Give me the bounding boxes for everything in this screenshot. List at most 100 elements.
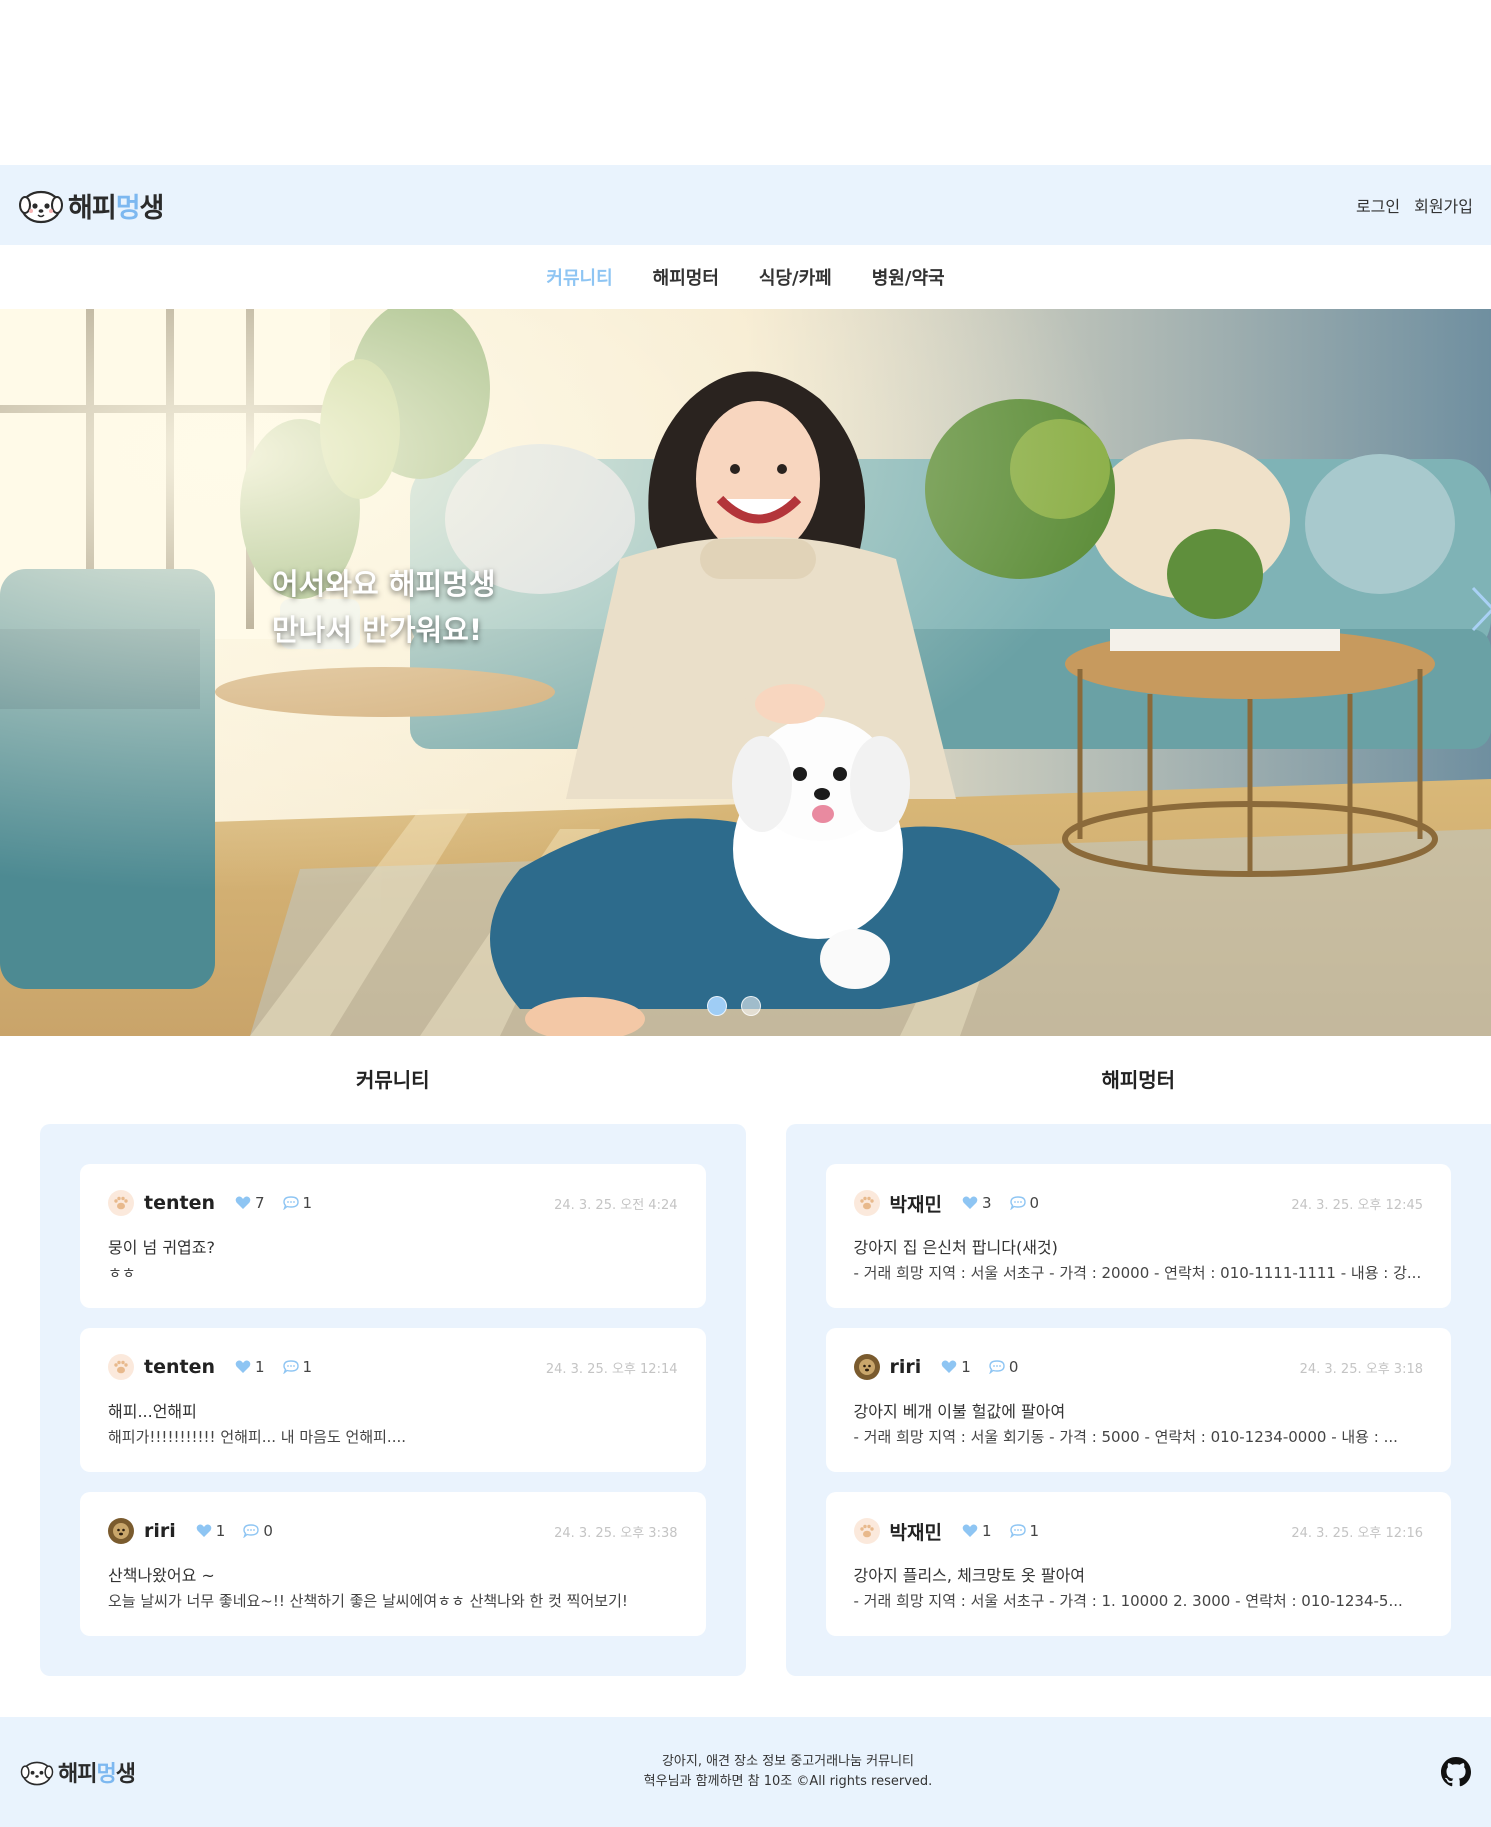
community-panel: tenten 7 1 24. 3. 25. 오전 4:24 뭉이 넘 귀엽죠? ㅎㅎ ten… [40, 1124, 746, 1676]
comment-count: 1 [282, 1358, 313, 1376]
site-header: 해피멍생 로그인 회원가입 [0, 165, 1491, 245]
post-title: 강아지 플리스, 체크망토 옷 팔아여 [853, 1566, 1086, 1585]
like-count-value: 1 [981, 1522, 992, 1540]
hero-carousel[interactable]: 어서와요 해피멍생 만나서 반가워요! [0, 309, 1491, 1036]
post-title: 해피...언해피 [108, 1402, 197, 1421]
hero-line-2: 만나서 반가워요! [272, 613, 483, 647]
site-footer: 해피멍생 강아지, 애견 장소 정보 중고거래나눔 커뮤니티 혁우님과 함께하면… [0, 1717, 1491, 1827]
post-card[interactable]: riri 1 0 24. 3. 25. 오후 3:38 산책나왔어요 ~ 오늘 날씨가 너… [80, 1492, 706, 1636]
post-author: tenten [144, 1192, 215, 1214]
heart-icon [941, 1360, 957, 1373]
post-card[interactable]: 박재민 3 0 24. 3. 25. 오후 12:45 강아지 집 은신처 팝니다(새것… [825, 1164, 1451, 1308]
nav-mentor[interactable]: 해피멍터 [653, 264, 719, 290]
comment-icon [1009, 1524, 1026, 1538]
community-section: 커뮤니티 tenten 7 1 24. 3. 25. 오전 4:24 뭉이 넘 귀엽죠?… [40, 1036, 746, 1696]
comment-count-value: 0 [1029, 1194, 1040, 1212]
nav-community[interactable]: 커뮤니티 [546, 264, 612, 290]
post-author: 박재민 [889, 1193, 942, 1216]
post-author: riri [889, 1356, 922, 1378]
post-author: riri [144, 1520, 176, 1542]
paw-icon [853, 1190, 880, 1216]
like-count-value: 1 [961, 1358, 971, 1376]
post-card[interactable]: tenten 7 1 24. 3. 25. 오전 4:24 뭉이 넘 귀엽죠? ㅎㅎ [80, 1164, 706, 1308]
post-card[interactable]: 박재민 1 1 24. 3. 25. 오후 12:16 강아지 플리스, 체크망토 옷 … [825, 1492, 1451, 1636]
post-title: 산책나왔어요 ~ [108, 1566, 215, 1585]
comment-icon [1009, 1196, 1026, 1210]
post-card-header: 박재민 3 0 24. 3. 25. 오후 12:45 [853, 1190, 1423, 1216]
avatar [853, 1354, 880, 1380]
comment-count-value: 0 [263, 1522, 273, 1540]
logo-text: 해피멍생 [68, 192, 164, 224]
post-card[interactable]: riri 1 0 24. 3. 25. 오후 3:18 강아지 베개 이불 헐값에 팔아… [825, 1328, 1451, 1472]
comment-count-value: 0 [1008, 1358, 1019, 1376]
paw-icon [853, 1518, 880, 1544]
avatar [108, 1518, 134, 1544]
comment-icon [282, 1360, 299, 1374]
main-nav: 커뮤니티 해피멍터 식당/카페 병원/약국 [0, 245, 1491, 309]
comment-count-value: 1 [302, 1358, 313, 1376]
post-date: 24. 3. 25. 오후 3:38 [554, 1525, 678, 1541]
heart-icon [962, 1196, 978, 1209]
dog-logo-icon [19, 190, 63, 224]
carousel-dot-1[interactable] [707, 996, 727, 1016]
post-card-header: tenten 7 1 24. 3. 25. 오전 4:24 [108, 1190, 678, 1216]
main-sections: 커뮤니티 tenten 7 1 24. 3. 25. 오전 4:24 뭉이 넘 귀엽죠?… [0, 1036, 1491, 1696]
post-excerpt: 해피가!!!!!!!!!!! 언해피... 내 마음도 언해피.... [108, 1428, 406, 1446]
footer-line-1: 강아지, 애견 장소 정보 중고거래나눔 커뮤니티 [661, 1754, 914, 1769]
heart-icon [962, 1524, 978, 1537]
post-card[interactable]: tenten 1 1 24. 3. 25. 오후 12:14 해피...언해피 해피가!!… [80, 1328, 706, 1472]
heart-icon [235, 1196, 251, 1209]
post-title: 뭉이 넘 귀엽죠? [108, 1238, 215, 1257]
footer-logo-text: 해피멍생 [58, 1762, 136, 1787]
post-date: 24. 3. 25. 오후 3:18 [1299, 1361, 1423, 1377]
post-card-header: riri 1 0 24. 3. 25. 오후 3:38 [108, 1518, 678, 1544]
heart-icon [196, 1524, 212, 1537]
post-card-header: tenten 1 1 24. 3. 25. 오후 12:14 [108, 1354, 678, 1380]
post-excerpt: 오늘 날씨가 너무 좋네요~!! 산책하기 좋은 날씨에여ㅎㅎ 산책나와 한 컷… [108, 1592, 628, 1610]
comment-count: 1 [282, 1194, 313, 1212]
carousel-dots [707, 996, 761, 1016]
mentor-section: 해피멍터 박재민 3 0 24. 3. 25. 오후 12:45 강아지 집 은신처 팝… [785, 1036, 1491, 1696]
like-count-value: 3 [981, 1194, 992, 1212]
comment-icon [989, 1360, 1005, 1374]
like-count-value: 1 [255, 1358, 265, 1376]
comment-count: 0 [243, 1522, 273, 1540]
like-count: 1 [941, 1358, 971, 1376]
auth-links: 로그인 회원가입 [1356, 193, 1473, 217]
post-title: 강아지 집 은신처 팝니다(새것) [853, 1238, 1058, 1257]
chevron-right-icon[interactable] [1469, 584, 1491, 634]
like-count: 1 [196, 1522, 226, 1540]
comment-icon [282, 1196, 299, 1210]
post-excerpt: - 거래 희망 지역 : 서울 회기동 - 가격 : 5000 - 연락처 : … [853, 1428, 1398, 1446]
nav-restaurant-cafe[interactable]: 식당/카페 [759, 264, 832, 290]
post-date: 24. 3. 25. 오후 12:16 [1291, 1525, 1423, 1541]
mentor-panel: 박재민 3 0 24. 3. 25. 오후 12:45 강아지 집 은신처 팝니다(새것… [785, 1124, 1491, 1676]
dog-logo-icon [20, 1761, 54, 1786]
like-count: 3 [962, 1194, 992, 1212]
hero-line-1: 어서와요 해피멍생 [272, 567, 496, 601]
footer-line-2: 혁우님과 함께하면 참 10조 ©All rights reserved. [643, 1774, 933, 1789]
footer-info: 강아지, 애견 장소 정보 중고거래나눔 커뮤니티 혁우님과 함께하면 참 10… [644, 1752, 933, 1792]
login-link[interactable]: 로그인 [1356, 193, 1400, 217]
like-count-value: 1 [215, 1522, 226, 1540]
like-count: 1 [962, 1522, 992, 1540]
comment-count-value: 1 [1029, 1522, 1040, 1540]
post-excerpt: - 거래 희망 지역 : 서울 서초구 - 가격 : 20000 - 연락처 :… [853, 1264, 1422, 1282]
post-excerpt: ㅎㅎ [108, 1264, 136, 1282]
post-date: 24. 3. 25. 오전 4:24 [554, 1197, 678, 1213]
post-card-header: riri 1 0 24. 3. 25. 오후 3:18 [853, 1354, 1423, 1380]
github-icon[interactable] [1440, 1757, 1471, 1787]
section-title-community: 커뮤니티 [355, 1068, 430, 1092]
comment-count: 1 [1009, 1522, 1040, 1540]
comment-count: 0 [1009, 1194, 1040, 1212]
paw-icon [108, 1190, 134, 1216]
post-date: 24. 3. 25. 오후 12:14 [545, 1361, 678, 1377]
nav-hospital-pharmacy[interactable]: 병원/약국 [872, 264, 945, 290]
site-logo[interactable]: 해피멍생 [18, 185, 164, 225]
signup-link[interactable]: 회원가입 [1414, 193, 1473, 217]
comment-count-value: 1 [302, 1194, 313, 1212]
heart-icon [235, 1360, 251, 1373]
footer-logo[interactable]: 해피멍생 [20, 1756, 136, 1788]
carousel-dot-2[interactable] [741, 996, 761, 1016]
comment-count: 0 [989, 1358, 1019, 1376]
